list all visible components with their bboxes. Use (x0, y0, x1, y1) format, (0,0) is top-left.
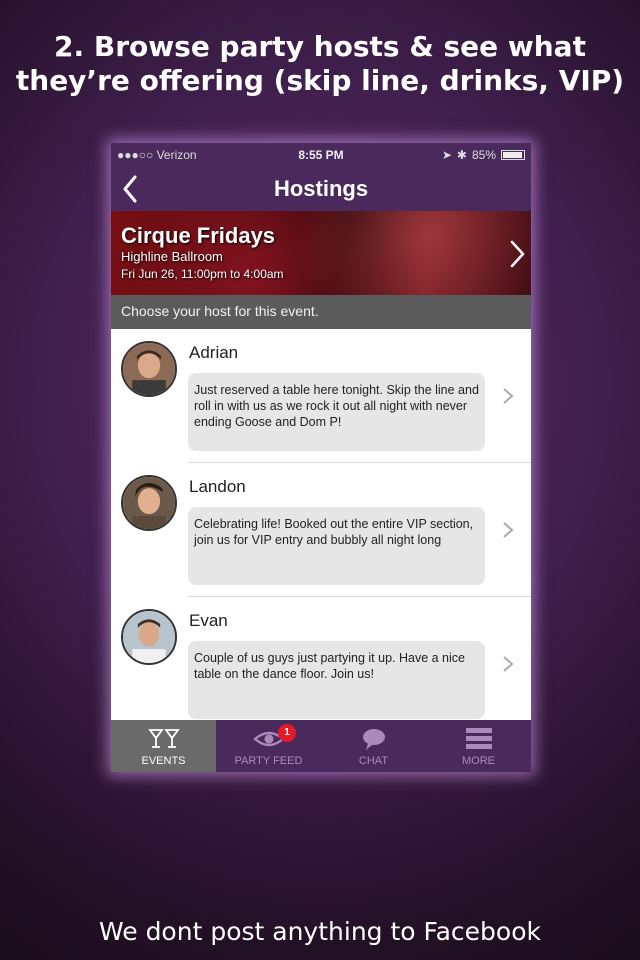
page-title: Hostings (273, 176, 369, 201)
avatar (121, 609, 177, 665)
nav-bar: Hostings (111, 167, 531, 211)
host-list: Adrian Just reserved a table here tonigh… (111, 329, 531, 720)
chevron-right-icon[interactable] (507, 239, 527, 269)
chat-bubble-icon (362, 729, 385, 750)
promo-headline-line2: they’re offering (skip line, drinks, VIP… (15, 64, 625, 97)
tab-chat[interactable]: CHAT (321, 720, 426, 772)
bluetooth-icon: ✱ (456, 148, 467, 162)
tab-label: MORE (462, 755, 495, 767)
event-venue: Highline Ballroom (121, 249, 223, 264)
chevron-right-icon[interactable] (502, 387, 514, 405)
chevron-right-icon[interactable] (502, 521, 514, 539)
host-message: Couple of us guys just partying it up. H… (188, 641, 485, 719)
battery-percent: 85% (471, 148, 496, 162)
cocktail-glasses-icon (147, 729, 180, 748)
tab-label: EVENTS (141, 755, 186, 767)
avatar (121, 475, 177, 531)
battery-icon (501, 150, 525, 160)
tab-events[interactable]: EVENTS (111, 720, 216, 772)
host-name: Landon (189, 477, 246, 496)
event-banner[interactable]: Cirque Fridays Highline Ballroom Fri Jun… (111, 211, 531, 295)
host-name: Adrian (189, 343, 239, 362)
tab-more[interactable]: MORE (426, 720, 531, 772)
promo-footer: We dont post anything to Facebook (98, 917, 541, 946)
promo-headline: 2. Browse party hosts & see what they’re… (0, 30, 640, 98)
host-item[interactable]: Evan Couple of us guys just partying it … (111, 597, 531, 720)
tab-label: PARTY FEED (234, 755, 303, 767)
host-message: Just reserved a table here tonight. Skip… (188, 373, 485, 451)
notification-badge: 1 (278, 724, 296, 742)
tab-party-feed[interactable]: 1 PARTY FEED (216, 720, 321, 772)
host-item[interactable]: Adrian Just reserved a table here tonigh… (111, 329, 531, 463)
host-item[interactable]: Landon Celebrating life! Booked out the … (111, 463, 531, 597)
choose-host-prompt: Choose your host for this event. (111, 295, 531, 329)
host-message: Celebrating life! Booked out the entire … (188, 507, 485, 585)
event-datetime: Fri Jun 26, 11:00pm to 4:00am (121, 267, 284, 281)
tab-label: CHAT (358, 755, 389, 767)
phone-screen: ●●●○○ Verizon 8:55 PM ➤ ✱ 85% Hostings C… (111, 143, 531, 772)
promo-headline-line1: 2. Browse party hosts & see what (54, 30, 586, 63)
avatar (121, 341, 177, 397)
host-name: Evan (189, 611, 228, 630)
status-right: ➤ ✱ 85% (442, 148, 525, 162)
event-name: Cirque Fridays (121, 223, 276, 248)
location-icon: ➤ (441, 148, 452, 162)
menu-icon (465, 728, 492, 749)
tab-bar: EVENTS 1 PARTY FEED CHAT MORE (111, 720, 531, 772)
status-bar: ●●●○○ Verizon 8:55 PM ➤ ✱ 85% (111, 143, 531, 167)
chevron-right-icon[interactable] (502, 655, 514, 673)
